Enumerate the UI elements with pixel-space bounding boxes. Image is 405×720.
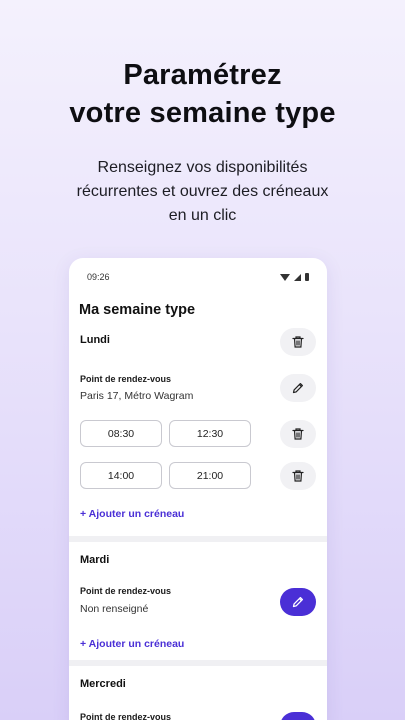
battery-icon: [305, 273, 309, 281]
edit-meeting-point-button[interactable]: [280, 588, 316, 616]
meeting-point-value: Non renseigné: [80, 603, 149, 615]
pencil-icon: [291, 595, 305, 609]
delete-slot-button[interactable]: [280, 462, 316, 490]
day-name: Mercredi: [80, 678, 126, 690]
trash-icon: [291, 427, 305, 441]
meeting-point-label: Point de rendez-vous: [80, 374, 172, 384]
add-slot-link[interactable]: + Ajouter un créneau: [80, 638, 184, 650]
status-bar: 09:26: [69, 258, 327, 296]
slot-end-input[interactable]: 12:30: [169, 420, 251, 447]
hero-subtitle-line1: Renseignez vos disponibilités: [97, 159, 308, 176]
slot-start-input[interactable]: 14:00: [80, 462, 162, 489]
edit-meeting-point-button[interactable]: [280, 712, 316, 720]
meeting-point-label: Point de rendez-vous: [80, 586, 172, 596]
trash-icon: [291, 469, 305, 483]
hero-title-line1: Paramétrez: [123, 59, 282, 91]
hero-title-line2: votre semaine type: [69, 97, 336, 129]
signal-icon: [294, 273, 301, 281]
meeting-point-value: Paris 17, Métro Wagram: [80, 390, 194, 402]
day-block-mercredi: Mercredi Point de rendez-vous: [69, 666, 327, 720]
slot-end-input[interactable]: 21:00: [169, 462, 251, 489]
delete-day-button[interactable]: [280, 328, 316, 356]
status-time: 09:26: [87, 272, 110, 282]
wifi-icon: [280, 273, 290, 281]
pencil-icon: [291, 381, 305, 395]
trash-icon: [291, 335, 305, 349]
screen-title: Ma semaine type: [79, 302, 196, 318]
phone-mockup: 09:26 Ma semaine type Lundi Point de ren…: [69, 258, 327, 720]
edit-meeting-point-button[interactable]: [280, 374, 316, 402]
hero-subtitle-line2: récurrentes et ouvrez des créneaux: [76, 183, 329, 200]
day-block-lundi: Lundi Point de rendez-vous Paris 17, Mét…: [69, 324, 327, 534]
add-slot-link[interactable]: + Ajouter un créneau: [80, 508, 184, 520]
day-name: Mardi: [80, 554, 110, 566]
hero-subtitle-line3: en un clic: [168, 207, 237, 224]
slot-start-input[interactable]: 08:30: [80, 420, 162, 447]
meeting-point-label: Point de rendez-vous: [80, 712, 172, 720]
hero-title: Paramétrez votre semaine type: [0, 56, 405, 132]
hero-subtitle: Renseignez vos disponibilités récurrente…: [0, 156, 405, 228]
day-block-mardi: Mardi Point de rendez-vous Non renseigné…: [69, 542, 327, 662]
day-name: Lundi: [80, 334, 110, 346]
delete-slot-button[interactable]: [280, 420, 316, 448]
status-icons: [280, 273, 309, 281]
